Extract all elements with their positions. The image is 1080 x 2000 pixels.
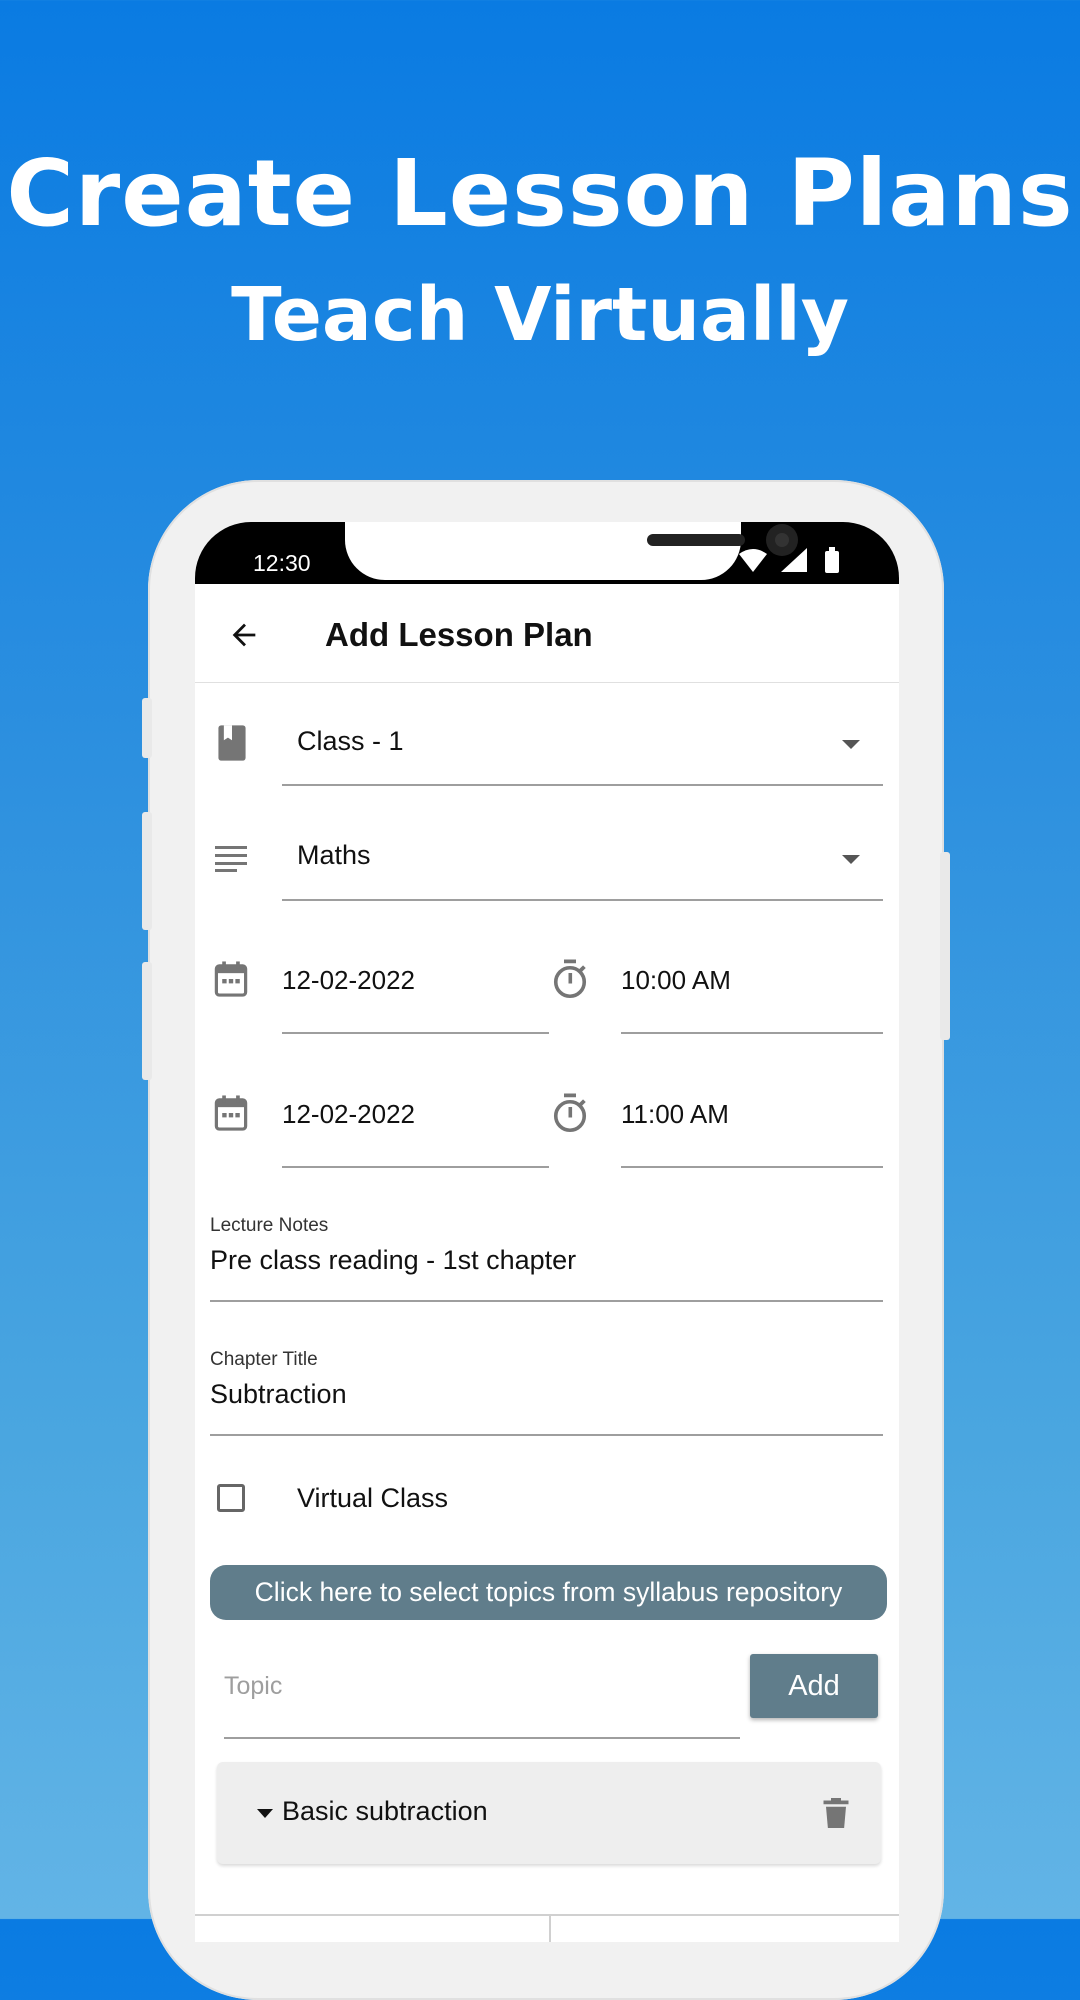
- trash-icon[interactable]: [823, 1798, 849, 1828]
- calendar-icon: [214, 961, 248, 997]
- topic-label: Basic subtraction: [282, 1796, 488, 1826]
- lecture-notes-underline: [210, 1300, 883, 1302]
- topic-input-underline: [224, 1737, 740, 1739]
- book-icon: [218, 725, 246, 761]
- virtual-class-label: Virtual Class: [297, 1483, 449, 1513]
- arrow-left-icon[interactable]: [227, 618, 261, 652]
- divider: [195, 1914, 899, 1916]
- start-time-underline: [621, 1032, 883, 1034]
- phone-side-button: [142, 698, 152, 758]
- divider: [549, 1914, 551, 1942]
- virtual-class-checkbox[interactable]: [217, 1484, 245, 1512]
- status-time: 12:30: [253, 550, 311, 576]
- class-select-underline: [282, 784, 883, 786]
- chapter-title-value: Subtraction: [210, 1379, 347, 1409]
- end-date-underline: [282, 1166, 549, 1168]
- list-lines-icon: [215, 846, 247, 872]
- chevron-down-icon: [842, 740, 860, 749]
- topic-input-placeholder: Topic: [224, 1672, 283, 1700]
- add-topic-button[interactable]: Add: [750, 1654, 878, 1718]
- status-bar: 12:30: [195, 522, 899, 584]
- topic-list-item[interactable]: Basic subtraction: [217, 1762, 881, 1864]
- app-bar: Add Lesson Plan: [195, 584, 899, 683]
- chevron-down-icon: [842, 855, 860, 864]
- timer-icon: [553, 1093, 587, 1133]
- hero-subheadline: Teach Virtually: [231, 272, 849, 358]
- earpiece-speaker: [647, 534, 745, 546]
- lecture-notes-value: Pre class reading - 1st chapter: [210, 1245, 577, 1275]
- timer-icon: [553, 959, 587, 999]
- class-select-value: Class - 1: [297, 726, 404, 756]
- end-time-underline: [621, 1166, 883, 1168]
- battery-icon: [825, 547, 839, 573]
- signal-icon: [781, 548, 807, 572]
- caret-down-icon[interactable]: [257, 1809, 273, 1818]
- wifi-icon: [739, 549, 767, 572]
- hero-headline: Create Lesson Plans: [6, 140, 1074, 247]
- end-time-value: 11:00 AM: [621, 1099, 729, 1129]
- subject-select-underline: [282, 899, 883, 901]
- phone-screen: 12:30 Add Lesson Plan Class - 1 Maths 12…: [195, 522, 899, 1942]
- end-date-value: 12-02-2022: [282, 1099, 415, 1129]
- start-time-value: 10:00 AM: [621, 965, 731, 995]
- chapter-title-underline: [210, 1434, 883, 1436]
- phone-notch: [345, 522, 798, 580]
- select-syllabus-topics-button[interactable]: Click here to select topics from syllabu…: [210, 1565, 887, 1620]
- calendar-icon: [214, 1095, 248, 1131]
- page-title: Add Lesson Plan: [325, 616, 593, 653]
- lecture-notes-label: Lecture Notes: [210, 1215, 329, 1236]
- phone-power-button: [940, 852, 950, 1040]
- start-date-underline: [282, 1032, 549, 1034]
- phone-volume-down-button: [142, 962, 152, 1080]
- phone-volume-up-button: [142, 812, 152, 930]
- chapter-title-label: Chapter Title: [210, 1349, 318, 1370]
- status-icons: [739, 547, 839, 573]
- subject-select-value: Maths: [297, 840, 371, 870]
- start-date-value: 12-02-2022: [282, 965, 415, 995]
